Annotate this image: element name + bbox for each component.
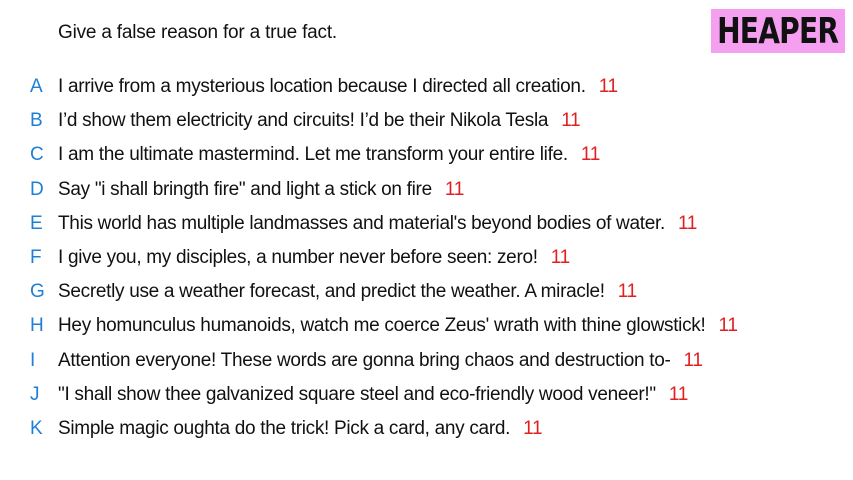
answer-body: Attention everyone! These words are gonn… bbox=[58, 349, 671, 371]
answer-body: Say "i shall bringth fire" and light a s… bbox=[58, 178, 432, 200]
answer-score: 11 bbox=[561, 110, 581, 132]
answer-text: Say "i shall bringth fire" and light a s… bbox=[58, 179, 464, 201]
answer-text: Secretly use a weather forecast, and pre… bbox=[58, 281, 637, 303]
answer-body: Simple magic oughta do the trick! Pick a… bbox=[58, 418, 511, 439]
answer-body: This world has multiple landmasses and m… bbox=[58, 212, 665, 234]
answer-text: I am the ultimate mastermind. Let me tra… bbox=[58, 144, 600, 166]
answer-row-f[interactable]: F I give you, my disciples, a number neve… bbox=[0, 243, 853, 273]
answer-letter: B bbox=[30, 110, 43, 132]
answer-score: 11 bbox=[683, 349, 703, 371]
answer-body: Secretly use a weather forecast, and pre… bbox=[58, 281, 605, 303]
answer-text: Attention everyone! These words are gonn… bbox=[58, 350, 703, 372]
answer-text: I arrive from a mysterious location beca… bbox=[58, 76, 618, 98]
answer-score: 11 bbox=[550, 247, 570, 268]
answer-body: "I shall show thee galvanized square ste… bbox=[58, 383, 656, 405]
answer-score: 11 bbox=[668, 383, 688, 405]
answer-row-b[interactable]: B I’d show them electricity and circuits!… bbox=[0, 106, 853, 136]
answer-letter: G bbox=[30, 281, 45, 303]
answer-letter: I bbox=[30, 349, 35, 371]
answer-score: 11 bbox=[580, 144, 600, 166]
answer-row-i[interactable]: I Attention everyone! These words are gon… bbox=[0, 346, 853, 376]
answer-score: 11 bbox=[523, 418, 543, 439]
answer-row-j[interactable]: J "I shall show thee galvanized square st… bbox=[0, 380, 853, 410]
answer-row-a[interactable]: A I arrive from a mysterious location bec… bbox=[0, 72, 853, 102]
answer-text: "I shall show thee galvanized square ste… bbox=[58, 384, 688, 406]
answer-body: I give you, my disciples, a number never… bbox=[58, 247, 538, 268]
answer-body: I arrive from a mysterious location beca… bbox=[58, 76, 586, 97]
answer-letter: A bbox=[30, 76, 43, 97]
answer-letter: E bbox=[30, 212, 43, 234]
answer-letter: K bbox=[30, 418, 43, 439]
answer-letter: J bbox=[30, 383, 40, 405]
heaper-logo: HEAPER bbox=[711, 9, 845, 53]
answer-score: 11 bbox=[444, 178, 464, 200]
answer-text: Simple magic oughta do the trick! Pick a… bbox=[58, 418, 543, 440]
answer-row-k[interactable]: K Simple magic oughta do the trick! Pick … bbox=[0, 414, 853, 444]
answer-text: I give you, my disciples, a number never… bbox=[58, 247, 570, 269]
answer-body: I am the ultimate mastermind. Let me tra… bbox=[58, 144, 568, 166]
answer-body: Hey homunculus humanoids, watch me coerc… bbox=[58, 315, 706, 337]
answer-body: I’d show them electricity and circuits! … bbox=[58, 110, 549, 132]
answer-text: This world has multiple landmasses and m… bbox=[58, 213, 697, 235]
answer-score: 11 bbox=[718, 315, 738, 337]
answer-letter: C bbox=[30, 144, 44, 166]
answer-letter: F bbox=[30, 247, 42, 268]
answer-row-h[interactable]: H Hey homunculus humanoids, watch me coer… bbox=[0, 311, 853, 341]
answer-row-c[interactable]: C I am the ultimate mastermind. Let me tr… bbox=[0, 140, 853, 170]
answer-letter: D bbox=[30, 178, 44, 200]
answer-score: 11 bbox=[598, 76, 618, 97]
answer-row-d[interactable]: D Say "i shall bringth fire" and light a … bbox=[0, 175, 853, 205]
answer-text: Hey homunculus humanoids, watch me coerc… bbox=[58, 315, 738, 337]
answer-score: 11 bbox=[617, 281, 637, 303]
answer-letter: H bbox=[30, 315, 44, 337]
answer-row-e[interactable]: E This world has multiple landmasses and … bbox=[0, 209, 853, 239]
logo-text: HEAPER bbox=[717, 10, 839, 52]
answer-row-g[interactable]: G Secretly use a weather forecast, and pr… bbox=[0, 277, 853, 307]
prompt-text: Give a false reason for a true fact. bbox=[58, 22, 337, 43]
answer-score: 11 bbox=[677, 212, 698, 234]
answer-text: I’d show them electricity and circuits! … bbox=[58, 110, 581, 132]
